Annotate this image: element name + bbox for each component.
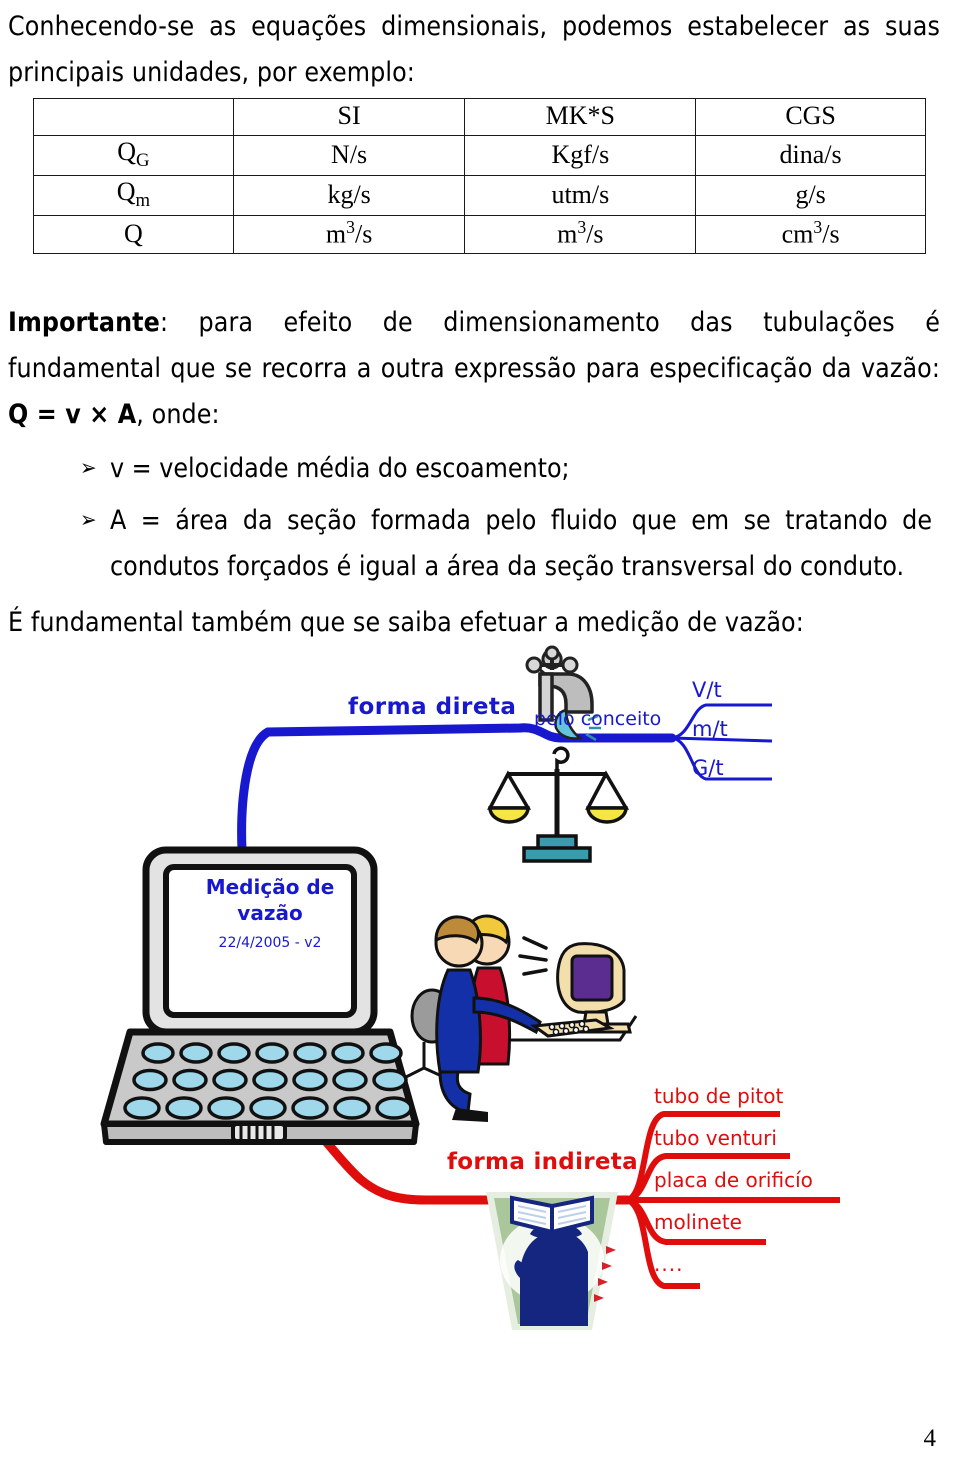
laptop-screen-text: Medição de vazão 22/4/2005 - v2 — [178, 874, 362, 951]
branch-label-forma-direta[interactable]: forma direta — [348, 694, 516, 720]
page-number: 4 — [923, 1425, 937, 1452]
table-cell-si: m3/s — [232, 215, 466, 255]
important-label: Importante — [8, 307, 160, 338]
bullet-text-area: A = área da seção formada pelo fluido qu… — [110, 505, 932, 582]
important-paragraph: Importante: para efeito de dimensionamen… — [8, 300, 940, 438]
table-header-si: SI — [232, 98, 466, 136]
table-cell-cgs: dina/s — [695, 134, 926, 177]
leaf-label-ellipsis[interactable]: .... — [654, 1252, 683, 1276]
table-cell-mks: m3/s — [464, 215, 697, 255]
table-cell-symbol: QG — [33, 134, 234, 177]
bullet-item-area: ➢ A = área da seção formada pelo fluido … — [80, 498, 932, 590]
mindmap-diagram: Medição de vazão 22/4/2005 - v2 forma di… — [0, 612, 960, 1332]
head-book-plant-logo — [486, 1192, 618, 1330]
units-table-body: QG N/s Kgf/s dina/s Qm kg/s utm/s g/s Qm3/s m3/s c… — [33, 134, 926, 255]
leaf-label-v-over-t[interactable]: V/t — [692, 678, 722, 702]
people-at-computer-icon — [403, 914, 638, 1122]
intro-text-block: Conhecendo-se as equações dimensionais, … — [8, 4, 940, 96]
branch-label-pelo-conceito[interactable]: pelo conceito — [534, 708, 661, 730]
table-header-blank — [33, 98, 234, 136]
table-header-cgs: CGS — [695, 98, 926, 136]
leaf-label-m-over-t[interactable]: m/t — [692, 717, 728, 741]
table-header-row: SI MK*S CGS — [33, 98, 926, 136]
balance-scale-icon — [487, 746, 630, 863]
laptop-title-line1: Medição de — [205, 875, 335, 899]
flow-formula: Q = v × A — [8, 399, 137, 430]
units-table: SI MK*S CGS QG N/s Kgf/s dina/s Qm kg/s utm/s g… — [33, 98, 926, 255]
laptop-date: 22/4/2005 - v2 — [218, 935, 322, 951]
table-cell-symbol: Qm — [33, 175, 234, 217]
laptop-title-line2: vazão — [237, 901, 303, 925]
table-cell-si: kg/s — [232, 175, 466, 217]
table-row: Qm3/s m3/s cm3/s — [33, 215, 926, 255]
table-cell-cgs: g/s — [695, 175, 926, 217]
table-cell-mks: Kgf/s — [464, 134, 697, 177]
leaf-label-g-over-t[interactable]: G/t — [692, 756, 724, 780]
mindmap-canvas — [100, 645, 840, 1330]
table-cell-si: N/s — [232, 134, 466, 177]
leaf-label-molinete[interactable]: molinete — [654, 1210, 742, 1234]
branch-label-forma-indireta[interactable]: forma indireta — [447, 1149, 638, 1175]
leaf-label-placa-de-orificio[interactable]: placa de orificío — [654, 1168, 813, 1192]
bullet-arrow-icon: ➢ — [80, 508, 97, 533]
leaf-label-tubo-de-pitot[interactable]: tubo de pitot — [654, 1084, 783, 1108]
intro-paragraph: Conhecendo-se as equações dimensionais, … — [8, 11, 940, 88]
table-cell-symbol: Q — [33, 215, 234, 255]
table-row: Qm kg/s utm/s g/s — [33, 175, 926, 217]
formula-tail: , onde: — [136, 399, 220, 430]
bullet-text-velocity: v = velocidade média do escoamento; — [110, 453, 570, 484]
bullet-arrow-icon: ➢ — [80, 456, 97, 481]
table-header-mks: MK*S — [464, 98, 697, 136]
table-row: QG N/s Kgf/s dina/s — [33, 134, 926, 177]
table-cell-mks: utm/s — [464, 175, 697, 217]
table-cell-cgs: cm3/s — [695, 215, 926, 255]
leaf-label-tubo-venturi[interactable]: tubo venturi — [654, 1126, 777, 1150]
bullet-item-velocity: ➢ v = velocidade média do escoamento; — [80, 446, 940, 492]
important-text-block: Importante: para efeito de dimensionamen… — [8, 300, 940, 646]
